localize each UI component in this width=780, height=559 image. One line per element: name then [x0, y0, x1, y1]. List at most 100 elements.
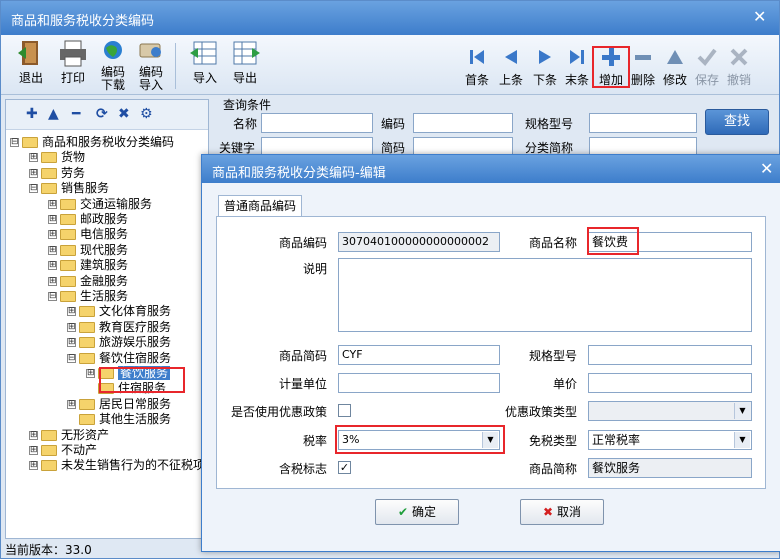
tree-node[interactable]: ⊞ 交通运输服务	[48, 196, 152, 212]
tax-incl-checkbox[interactable]: ✓	[338, 461, 351, 474]
query-panel: 查询条件 名称 编码 规格型号 关键字 简码 分类简称 查找	[215, 98, 777, 157]
print-button[interactable]: 打印	[53, 39, 93, 85]
collapse-icon[interactable]: ⊟	[67, 353, 76, 363]
close-window-button[interactable]: ✕	[753, 7, 766, 26]
query-spec-label: 规格型号	[525, 117, 574, 131]
folder-icon	[60, 244, 76, 256]
expand-icon[interactable]: ⊞	[67, 399, 76, 409]
first-record-button[interactable]: 首条	[461, 47, 493, 88]
tree-settings-icon[interactable]: ⚙	[140, 106, 153, 122]
pref-type-select[interactable]: ▼	[588, 401, 752, 421]
expand-icon[interactable]: ⊞	[29, 461, 38, 471]
exempt-select[interactable]: 正常税率 ▼	[588, 430, 752, 450]
tree-node[interactable]: ⊞ 文化体育服务	[67, 303, 171, 319]
tree-node[interactable]: ⊞ 现代服务	[48, 242, 128, 258]
modify-button[interactable]: 修改	[659, 47, 691, 88]
dropdown-arrow-icon: ▼	[734, 403, 750, 419]
tax-incl-label: 含税标志	[278, 462, 327, 476]
expand-icon[interactable]: ⊞	[48, 230, 57, 240]
folder-icon	[79, 321, 95, 333]
tree-node[interactable]: ⊟ 销售服务	[29, 180, 109, 196]
collapse-icon[interactable]: ⊟	[29, 184, 38, 194]
find-button[interactable]: 查找	[705, 109, 769, 135]
last-record-button[interactable]: 末条	[561, 47, 593, 88]
expand-icon[interactable]: ⊞	[29, 153, 38, 163]
tree-node-label: 其他生活服务	[99, 412, 172, 427]
tree-add-icon[interactable]: ✚	[26, 106, 38, 122]
delete-button[interactable]: 删除	[627, 47, 659, 88]
expand-icon[interactable]: ⊞	[29, 168, 38, 178]
tree-node[interactable]: ⊞ 建筑服务	[48, 257, 128, 273]
expand-icon[interactable]: ⊞	[48, 199, 57, 209]
toolbar-separator	[175, 43, 176, 89]
tree-refresh-icon[interactable]: ⟳	[96, 106, 108, 122]
collapse-icon[interactable]: ⊟	[10, 138, 19, 147]
expand-icon[interactable]: ⊞	[67, 322, 76, 332]
tree-node[interactable]: ⊞ 不动产	[29, 442, 97, 458]
tree-remove-icon[interactable]: ━	[72, 106, 80, 122]
import-sheet-icon	[190, 41, 217, 65]
tree-node-label: 建筑服务	[80, 258, 129, 273]
tree-node-label: 旅游娱乐服务	[99, 335, 172, 350]
exempt-value: 正常税率	[592, 433, 641, 447]
code-import-button[interactable]: 编码 导入	[133, 39, 169, 92]
tree-node[interactable]: ⊟ 餐饮住宿服务	[67, 350, 171, 366]
tree-node[interactable]: 其他生活服务	[67, 411, 171, 427]
tree-node[interactable]: ⊞ 无形资产	[29, 427, 109, 443]
collapse-icon[interactable]: ⊟	[48, 292, 57, 301]
import-code-icon	[139, 43, 161, 58]
highlight-tax-rate	[335, 425, 505, 454]
expand-icon[interactable]: ⊞	[29, 446, 38, 455]
pref-checkbox[interactable]	[338, 404, 351, 417]
query-name-input[interactable]	[261, 113, 373, 133]
modify-icon	[667, 50, 683, 64]
save-button[interactable]: 保存	[691, 47, 723, 88]
tree-node[interactable]: ⊞ 未发生销售行为的不征税项目	[29, 457, 208, 473]
prev-icon	[505, 50, 517, 64]
query-spec-input[interactable]	[589, 113, 697, 133]
expand-icon[interactable]: ⊞	[48, 276, 57, 286]
close-icon: ✖	[543, 505, 554, 519]
expand-icon[interactable]: ⊞	[48, 261, 57, 271]
query-code-input[interactable]	[413, 113, 513, 133]
tree-node[interactable]: ⊞ 居民日常服务	[67, 396, 171, 412]
price-field[interactable]	[588, 373, 752, 393]
tree-node[interactable]: ⊟ 生活服务	[48, 288, 128, 304]
folder-icon	[41, 429, 57, 441]
cancel-button[interactable]: ✖ 取消	[520, 499, 604, 525]
tree-node[interactable]: ⊞ 电信服务	[48, 226, 128, 242]
tree-up-icon[interactable]: ▲	[48, 106, 59, 122]
desc-field[interactable]	[338, 258, 752, 332]
short-name-label: 商品简称	[528, 462, 577, 476]
confirm-button[interactable]: ✔ 确定	[375, 499, 459, 525]
expand-icon[interactable]: ⊞	[48, 215, 57, 224]
export-button[interactable]: 导出	[225, 39, 265, 85]
expand-icon[interactable]: ⊞	[67, 338, 76, 348]
export-sheet-icon	[233, 41, 260, 65]
dialog-close-button[interactable]: ✕	[760, 159, 773, 178]
tree-node-label: 无形资产	[61, 427, 110, 442]
code-download-button[interactable]: 编码 下载	[95, 39, 131, 92]
tree-node[interactable]: ⊞ 金融服务	[48, 273, 128, 289]
expand-icon[interactable]: ⊞	[48, 245, 57, 255]
expand-icon[interactable]: ⊞	[86, 369, 95, 378]
window-title: 商品和服务税收分类编码	[11, 14, 155, 29]
expand-icon[interactable]: ⊞	[67, 307, 76, 317]
import-button[interactable]: 导入	[185, 39, 225, 85]
tree-node[interactable]: ⊟ 商品和服务税收分类编码	[10, 134, 174, 150]
next-record-button[interactable]: 下条	[529, 47, 561, 88]
tree-collapse-icon[interactable]: ✖	[118, 106, 130, 122]
exit-button[interactable]: 退出	[11, 39, 51, 85]
tree-node[interactable]: ⊞ 教育医疗服务	[67, 319, 171, 335]
query-legend: 查询条件	[223, 98, 272, 112]
tab-general-code[interactable]: 普通商品编码	[218, 195, 302, 217]
spec-field[interactable]	[588, 345, 752, 365]
tree-node[interactable]: ⊞ 邮政服务	[48, 211, 128, 227]
printer-icon	[60, 40, 86, 67]
expand-icon[interactable]: ⊞	[29, 430, 38, 440]
undo-button[interactable]: 撤销	[723, 47, 755, 88]
tree-node[interactable]: ⊞ 旅游娱乐服务	[67, 334, 171, 350]
tree-node[interactable]: ⊞ 货物	[29, 149, 85, 165]
tree-node[interactable]: ⊞ 劳务	[29, 165, 85, 181]
prev-record-button[interactable]: 上条	[495, 47, 527, 88]
